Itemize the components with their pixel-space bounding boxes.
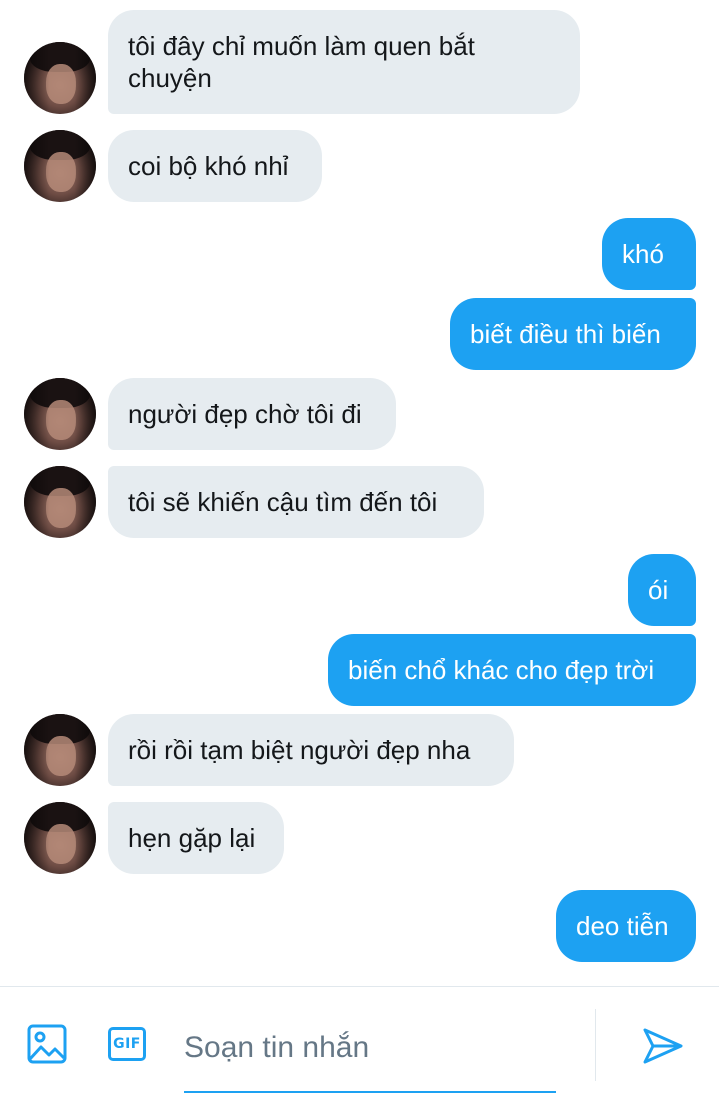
incoming-message[interactable]: hẹn gặp lại bbox=[108, 802, 284, 874]
incoming-message[interactable]: coi bộ khó nhỉ bbox=[108, 130, 322, 202]
incoming-message[interactable]: người đẹp chờ tôi đi bbox=[108, 378, 396, 450]
gif-icon[interactable]: GIF bbox=[108, 1027, 146, 1061]
incoming-message[interactable]: tôi đây chỉ muốn làm quen bắt chuyện bbox=[108, 10, 580, 114]
message-thread: tôi đây chỉ muốn làm quen bắt chuyện coi… bbox=[0, 0, 719, 986]
outgoing-message[interactable]: deo tiễn bbox=[556, 890, 696, 962]
divider bbox=[595, 1009, 596, 1081]
incoming-message[interactable]: tôi sẽ khiến cậu tìm đến tôi bbox=[108, 466, 484, 538]
avatar[interactable] bbox=[24, 466, 96, 538]
avatar[interactable] bbox=[24, 378, 96, 450]
avatar[interactable] bbox=[24, 130, 96, 202]
outgoing-message[interactable]: ói bbox=[628, 554, 696, 626]
avatar[interactable] bbox=[24, 714, 96, 786]
message-composer: GIF bbox=[0, 986, 719, 1097]
outgoing-message[interactable]: biết điều thì biến bbox=[450, 298, 696, 370]
avatar[interactable] bbox=[24, 802, 96, 874]
outgoing-message[interactable]: biến chổ khác cho đẹp trời bbox=[328, 634, 696, 706]
outgoing-message[interactable]: khó bbox=[602, 218, 696, 290]
message-input[interactable] bbox=[184, 1005, 556, 1093]
avatar[interactable] bbox=[24, 42, 96, 114]
send-icon[interactable] bbox=[640, 1023, 686, 1069]
image-icon[interactable] bbox=[24, 1021, 70, 1067]
incoming-message[interactable]: rồi rồi tạm biệt người đẹp nha bbox=[108, 714, 514, 786]
